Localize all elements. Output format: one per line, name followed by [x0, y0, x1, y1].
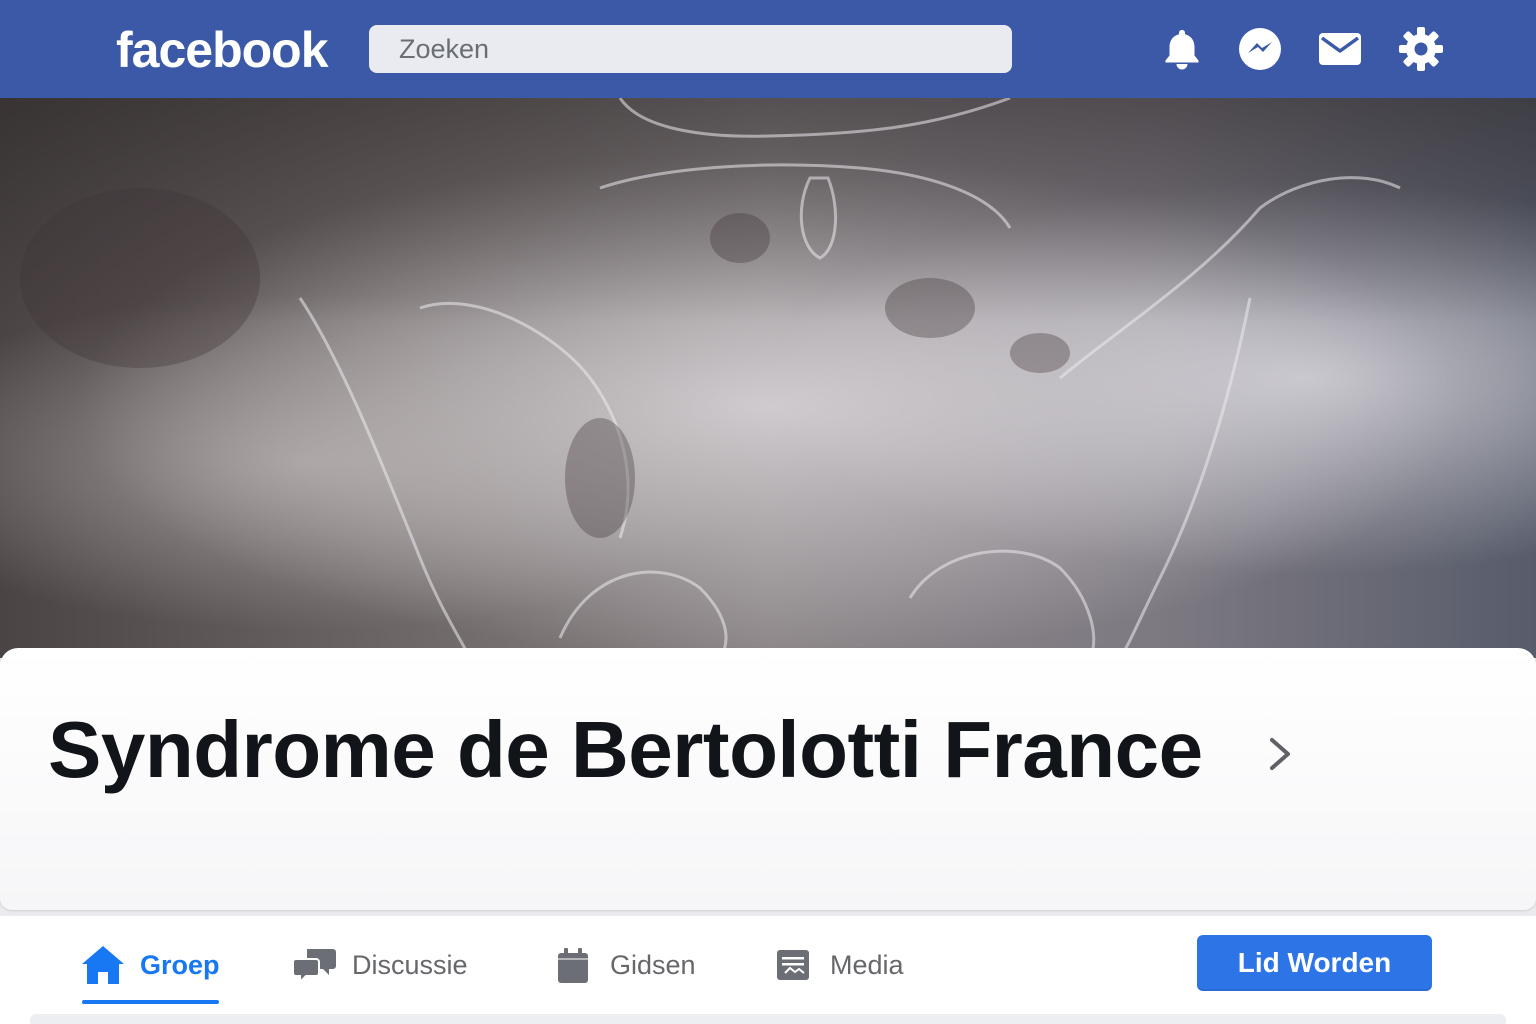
bell-icon[interactable]	[1157, 24, 1207, 74]
tab-label: Gidsen	[610, 949, 696, 980]
home-icon	[80, 942, 126, 988]
tab-groep[interactable]: Groep	[80, 940, 220, 990]
gear-icon[interactable]	[1396, 24, 1446, 74]
chat-bubbles-icon	[292, 942, 338, 988]
content-edge	[30, 1014, 1506, 1024]
media-icon	[770, 942, 816, 988]
tab-label: Groep	[140, 949, 220, 980]
cover-image	[0, 98, 1536, 658]
tab-label: Media	[830, 949, 904, 980]
mail-icon[interactable]	[1315, 24, 1365, 74]
active-tab-indicator	[82, 1000, 219, 1004]
tab-media[interactable]: Media	[770, 940, 904, 990]
tab-gidsen[interactable]: Gidsen	[550, 940, 696, 990]
top-bar: facebook	[0, 0, 1536, 99]
tab-label: Discussie	[352, 949, 468, 980]
messenger-icon[interactable]	[1235, 24, 1285, 74]
join-group-button[interactable]: Lid Worden	[1197, 935, 1432, 991]
page-title[interactable]: Syndrome de Bertolotti France	[48, 702, 1203, 798]
chevron-right-icon[interactable]	[1262, 732, 1298, 776]
facebook-logo[interactable]: facebook	[116, 20, 329, 80]
tab-discussie[interactable]: Discussie	[292, 940, 468, 990]
guide-icon	[550, 942, 596, 988]
search-input[interactable]	[369, 25, 1012, 73]
